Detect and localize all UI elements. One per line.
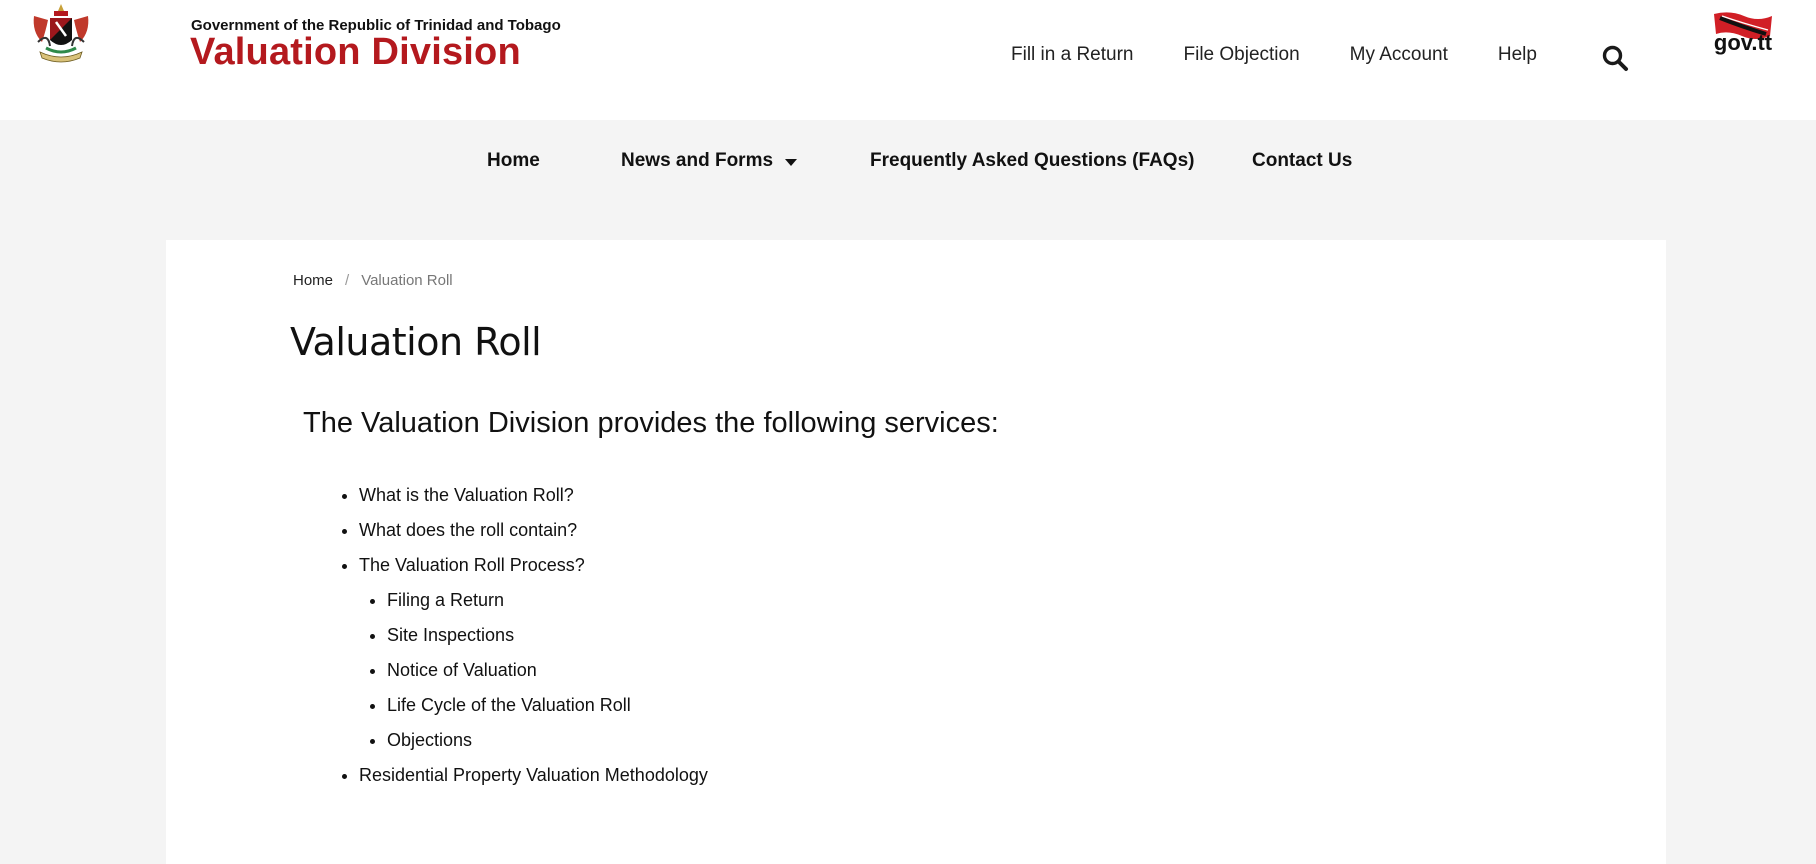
nav-item-home-label: Home [487, 150, 540, 171]
nav-item-news-and-forms-label: News and Forms [621, 150, 774, 171]
breadcrumb-current: Valuation Roll [361, 272, 453, 289]
nav-item-contact-us-label: Contact Us [1252, 150, 1353, 171]
nav-item-news-and-forms[interactable]: News and Forms [621, 150, 798, 172]
service-link[interactable]: What is the Valuation Roll? [359, 485, 574, 505]
breadcrumb-separator: / [345, 272, 350, 289]
service-link[interactable]: What does the roll contain? [359, 520, 577, 540]
list-item: Residential Property Valuation Methodolo… [359, 758, 708, 793]
file-objection-link[interactable]: File Objection [1184, 44, 1300, 66]
sub-services-list: Filing a Return Site Inspections Notice … [387, 583, 708, 758]
main-nav: Home News and Forms Frequently Asked Que… [0, 120, 1816, 200]
services-list: What is the Valuation Roll? What does th… [359, 478, 708, 793]
site-title[interactable]: Valuation Division [190, 31, 521, 74]
govtt-logo-icon[interactable]: gov.tt [1710, 10, 1776, 58]
sub-service-link[interactable]: Site Inspections [387, 625, 514, 645]
top-header: Government of the Republic of Trinidad a… [0, 0, 1816, 120]
service-link[interactable]: The Valuation Roll Process? [359, 555, 585, 575]
list-item: Life Cycle of the Valuation Roll [387, 688, 708, 723]
search-icon[interactable] [1601, 44, 1629, 72]
list-item: What is the Valuation Roll? [359, 478, 708, 513]
list-item: Notice of Valuation [387, 653, 708, 688]
sub-service-link[interactable]: Objections [387, 730, 472, 750]
coat-of-arms-icon[interactable] [28, 2, 94, 68]
nav-item-home[interactable]: Home [487, 150, 540, 172]
list-item: Filing a Return [387, 583, 708, 618]
caret-down-icon [785, 158, 798, 166]
service-link[interactable]: Residential Property Valuation Methodolo… [359, 765, 708, 785]
fill-in-return-link[interactable]: Fill in a Return [1011, 44, 1134, 66]
breadcrumb: Home / Valuation Roll [293, 272, 453, 289]
help-link[interactable]: Help [1498, 44, 1537, 66]
nav-item-faqs[interactable]: Frequently Asked Questions (FAQs) [870, 150, 1194, 172]
list-item: Objections [387, 723, 708, 758]
utility-nav: Fill in a Return File Objection My Accou… [1011, 44, 1537, 66]
sub-service-link[interactable]: Filing a Return [387, 590, 504, 610]
list-item: The Valuation Roll Process? Filing a Ret… [359, 548, 708, 758]
breadcrumb-home-link[interactable]: Home [293, 272, 333, 289]
sub-service-link[interactable]: Notice of Valuation [387, 660, 537, 680]
sub-service-link[interactable]: Life Cycle of the Valuation Roll [387, 695, 631, 715]
section-heading: The Valuation Division provides the foll… [303, 407, 999, 439]
my-account-link[interactable]: My Account [1350, 44, 1448, 66]
content-card: Home / Valuation Roll Valuation Roll The… [166, 240, 1666, 864]
nav-item-contact-us[interactable]: Contact Us [1252, 150, 1352, 172]
nav-item-faqs-label: Frequently Asked Questions (FAQs) [870, 150, 1195, 171]
page-title: Valuation Roll [290, 320, 542, 364]
list-item: What does the roll contain? [359, 513, 708, 548]
list-item: Site Inspections [387, 618, 708, 653]
govtt-logo-text: gov.tt [1714, 30, 1773, 55]
